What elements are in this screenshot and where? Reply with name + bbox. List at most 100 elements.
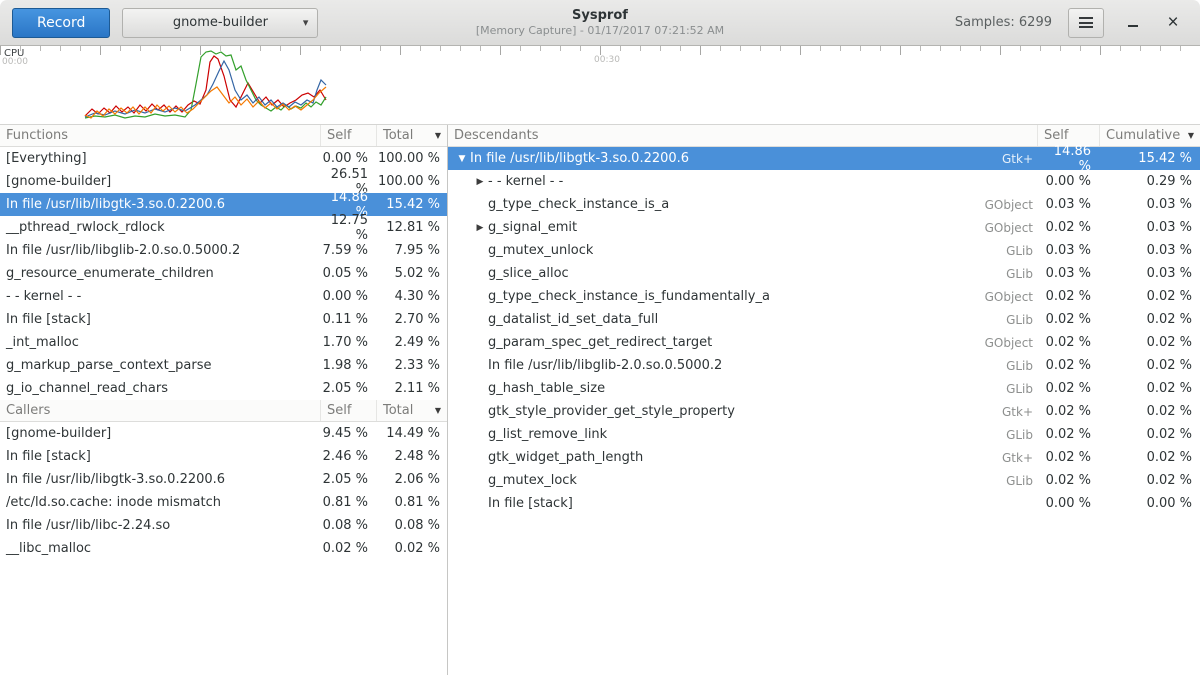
callers-self-column-header[interactable]: Self xyxy=(321,400,377,421)
table-row[interactable]: In file /usr/lib/libc-2.24.so0.08 %0.08 … xyxy=(0,514,447,537)
descendants-cumulative-column-header[interactable]: Cumulative ▼ xyxy=(1100,125,1200,146)
self-percent: 0.03 % xyxy=(1038,243,1100,258)
table-row[interactable]: [gnome-builder]26.51 %100.00 % xyxy=(0,170,447,193)
record-button[interactable]: Record xyxy=(12,8,110,38)
library-tag: GObject xyxy=(985,221,1038,235)
table-row[interactable]: In file [stack]0.11 %2.70 % xyxy=(0,308,447,331)
callers-total-column-header[interactable]: Total ▼ xyxy=(377,400,447,421)
table-row[interactable]: g_type_check_instance_is_aGObject0.03 %0… xyxy=(448,193,1200,216)
table-row[interactable]: g_io_channel_read_chars2.05 %2.11 % xyxy=(0,377,447,400)
table-row[interactable]: g_mutex_lockGLib0.02 %0.02 % xyxy=(448,469,1200,492)
table-row[interactable]: In file [stack]0.00 %0.00 % xyxy=(448,492,1200,515)
table-row[interactable]: [gnome-builder]9.45 %14.49 % xyxy=(0,422,447,445)
table-row[interactable]: gtk_widget_path_lengthGtk+0.02 %0.02 % xyxy=(448,446,1200,469)
total-percent: 2.33 % xyxy=(377,358,447,373)
library-tag: GLib xyxy=(1006,359,1038,373)
self-percent: 0.02 % xyxy=(1038,358,1100,373)
self-percent: 0.00 % xyxy=(1038,496,1100,511)
cumulative-percent: 0.02 % xyxy=(1100,404,1200,419)
table-row[interactable]: g_mutex_unlockGLib0.03 %0.03 % xyxy=(448,239,1200,262)
table-row[interactable]: ▶g_signal_emitGObject0.02 %0.03 % xyxy=(448,216,1200,239)
cumulative-percent: 0.29 % xyxy=(1100,174,1200,189)
table-row[interactable]: [Everything]0.00 %100.00 % xyxy=(0,147,447,170)
process-selector-dropdown[interactable]: gnome-builder ▾ xyxy=(122,8,318,38)
function-name: g_type_check_instance_is_fundamentally_a xyxy=(488,289,770,304)
total-percent: 15.42 % xyxy=(377,197,447,212)
function-name: gtk_style_provider_get_style_property xyxy=(488,404,735,419)
table-row[interactable]: In file /usr/lib/libglib-2.0.so.0.5000.2… xyxy=(448,354,1200,377)
expander-closed-icon[interactable]: ▶ xyxy=(472,223,488,233)
function-name: g_mutex_unlock xyxy=(488,243,593,258)
callers-column-header[interactable]: Callers xyxy=(0,400,321,421)
table-row[interactable]: In file /usr/lib/libglib-2.0.so.0.5000.2… xyxy=(0,239,447,262)
close-button[interactable]: × xyxy=(1158,8,1188,38)
table-row[interactable]: In file /usr/lib/libgtk-3.so.0.2200.62.0… xyxy=(0,468,447,491)
table-row[interactable]: - - kernel - -0.00 %4.30 % xyxy=(0,285,447,308)
table-row[interactable]: g_hash_table_sizeGLib0.02 %0.02 % xyxy=(448,377,1200,400)
table-row[interactable]: g_param_spec_get_redirect_target GObject 0… xyxy=(448,331,1200,354)
function-name: In file [stack] xyxy=(0,312,321,327)
total-percent: 12.81 % xyxy=(377,220,447,235)
minimize-button[interactable] xyxy=(1118,8,1148,38)
window-title: Sysprof xyxy=(476,8,724,23)
self-percent: 1.98 % xyxy=(321,358,377,373)
expander-open-icon[interactable]: ▼ xyxy=(454,154,470,164)
total-percent: 2.48 % xyxy=(377,449,447,464)
table-row[interactable]: _int_malloc1.70 %2.49 % xyxy=(0,331,447,354)
process-selector-label: gnome-builder xyxy=(173,15,268,30)
descendants-column-header[interactable]: Descendants xyxy=(448,125,1038,146)
functions-column-header[interactable]: Functions xyxy=(0,125,321,146)
self-percent: 0.02 % xyxy=(321,541,377,556)
table-row[interactable]: g_slice_allocGLib0.03 %0.03 % xyxy=(448,262,1200,285)
cumulative-percent: 0.02 % xyxy=(1100,427,1200,442)
table-row[interactable]: In file [stack]2.46 %2.48 % xyxy=(0,445,447,468)
callers-header-row: Callers Self Total ▼ xyxy=(0,400,447,422)
self-percent: 1.70 % xyxy=(321,335,377,350)
menu-button[interactable] xyxy=(1068,8,1104,38)
library-tag: GLib xyxy=(1006,267,1038,281)
table-row[interactable]: ▶- - kernel - -0.00 %0.29 % xyxy=(448,170,1200,193)
function-name: _int_malloc xyxy=(0,335,321,350)
samples-count: Samples: 6299 xyxy=(955,15,1052,30)
table-row[interactable]: g_list_remove_linkGLib0.02 %0.02 % xyxy=(448,423,1200,446)
self-percent: 0.02 % xyxy=(1038,427,1100,442)
hamburger-icon xyxy=(1079,17,1093,28)
table-row[interactable]: ▼In file /usr/lib/libgtk-3.so.0.2200.6Gt… xyxy=(448,147,1200,170)
table-row[interactable]: __libc_malloc0.02 %0.02 % xyxy=(0,537,447,560)
self-percent: 2.05 % xyxy=(321,472,377,487)
table-row[interactable]: /etc/ld.so.cache: inode mismatch0.81 %0.… xyxy=(0,491,447,514)
functions-self-column-header[interactable]: Self xyxy=(321,125,377,146)
table-row[interactable]: In file /usr/lib/libgtk-3.so.0.2200.614.… xyxy=(0,193,447,216)
function-name: g_io_channel_read_chars xyxy=(0,381,321,396)
table-row[interactable]: __pthread_rwlock_rdlock12.75 %12.81 % xyxy=(0,216,447,239)
cumulative-percent: 0.02 % xyxy=(1100,473,1200,488)
library-tag: GObject xyxy=(985,336,1038,350)
cumulative-percent: 0.02 % xyxy=(1100,335,1200,350)
cpu-timeline[interactable]: CPU 00:00 00:30 xyxy=(0,46,1200,124)
functions-total-column-header[interactable]: Total ▼ xyxy=(377,125,447,146)
library-tag: Gtk+ xyxy=(1002,152,1038,166)
callers-total-label: Total xyxy=(383,403,413,418)
cumulative-percent: 0.03 % xyxy=(1100,197,1200,212)
self-percent: 0.00 % xyxy=(321,289,377,304)
table-row[interactable]: g_markup_parse_context_parse1.98 %2.33 % xyxy=(0,354,447,377)
descendants-cumulative-label: Cumulative xyxy=(1106,128,1180,143)
table-row[interactable]: g_resource_enumerate_children0.05 %5.02 … xyxy=(0,262,447,285)
cumulative-percent: 0.03 % xyxy=(1100,266,1200,281)
function-name: /etc/ld.so.cache: inode mismatch xyxy=(0,495,321,510)
self-percent: 0.00 % xyxy=(1038,174,1100,189)
self-percent: 0.00 % xyxy=(321,151,377,166)
library-tag: GLib xyxy=(1006,474,1038,488)
total-percent: 0.08 % xyxy=(377,518,447,533)
function-name: In file /usr/lib/libglib-2.0.so.0.5000.2 xyxy=(0,243,321,258)
table-row[interactable]: g_type_check_instance_is_fundamentally_a… xyxy=(448,285,1200,308)
table-row[interactable]: g_datalist_id_set_data_fullGLib0.02 %0.0… xyxy=(448,308,1200,331)
self-percent: 2.46 % xyxy=(321,449,377,464)
function-name: [Everything] xyxy=(0,151,321,166)
profile-panes: Functions Self Total ▼ [Everything]0.00 … xyxy=(0,124,1200,675)
minimize-icon xyxy=(1128,19,1138,27)
function-name: g_param_spec_get_redirect_target xyxy=(488,335,712,350)
function-name: g_hash_table_size xyxy=(488,381,605,396)
expander-closed-icon[interactable]: ▶ xyxy=(472,177,488,187)
table-row[interactable]: gtk_style_provider_get_style_propertyGtk… xyxy=(448,400,1200,423)
